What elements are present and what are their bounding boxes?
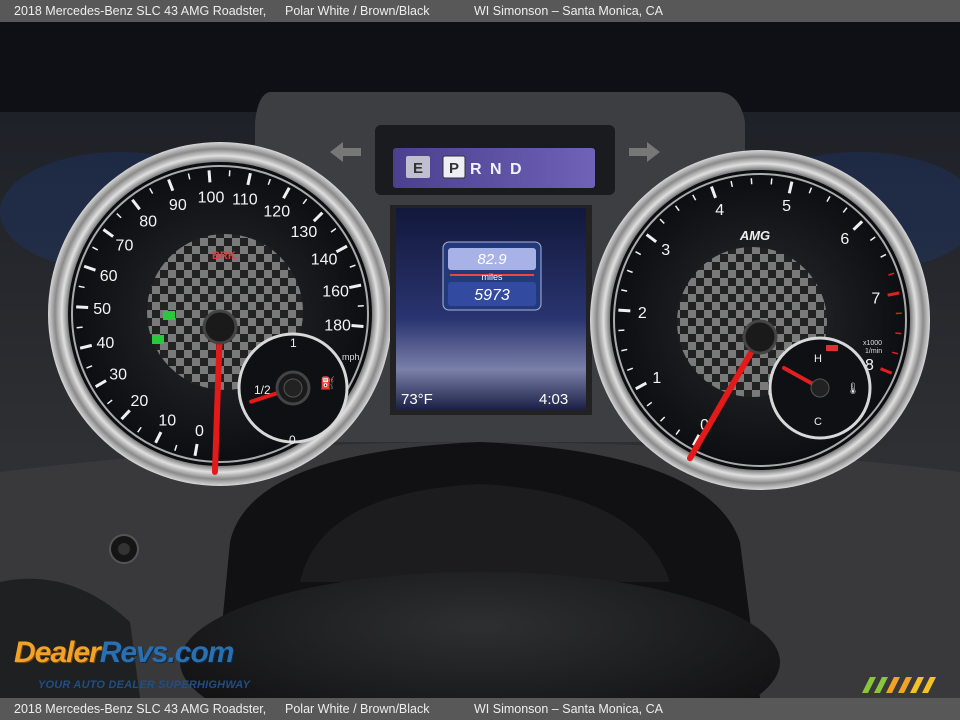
- tach-tick: [895, 332, 902, 335]
- tach-unit-bottom: 1/min: [865, 348, 882, 355]
- page: 2018 Mercedes-Benz SLC 43 AMG Roadster, …: [0, 0, 960, 720]
- speed-tick: [207, 170, 212, 183]
- amg-logo: AMG: [739, 228, 770, 243]
- tach-label: 3: [661, 242, 670, 259]
- caption-bar-top: 2018 Mercedes-Benz SLC 43 AMG Roadster, …: [0, 0, 960, 22]
- outside-temperature: 73°F: [401, 391, 433, 408]
- speed-label: 140: [311, 251, 338, 268]
- caption-bar-bottom: 2018 Mercedes-Benz SLC 43 AMG Roadster, …: [0, 698, 960, 720]
- center-display: 82.9 miles 5973 73°F 4:03: [390, 205, 592, 415]
- speed-label: 20: [130, 393, 148, 410]
- coolant-label-hot: H: [814, 353, 822, 365]
- needle-hub: [742, 319, 778, 355]
- speed-label: 160: [322, 283, 349, 300]
- speed-label: 40: [96, 335, 114, 352]
- caption-color: Polar White / Brown/Black: [285, 4, 430, 18]
- speed-label: 50: [93, 301, 111, 318]
- fuel-pump-icon: ⛽: [320, 376, 335, 390]
- speed-tick: [76, 305, 89, 310]
- caption-vehicle: 2018 Mercedes-Benz SLC 43 AMG Roadster,: [14, 4, 267, 18]
- tachometer: 01234 5678 AMG x1000 1/min H C 🌡: [590, 150, 930, 490]
- speed-tick: [351, 324, 364, 329]
- speed-label: 60: [100, 268, 118, 285]
- speed-label: 30: [109, 367, 127, 384]
- tach-label: 7: [871, 290, 880, 307]
- odometer-unit: miles: [481, 272, 503, 282]
- caption-vehicle: 2018 Mercedes-Benz SLC 43 AMG Roadster,: [14, 702, 267, 716]
- speed-label: 70: [116, 238, 134, 255]
- low-beam-indicator-icon: [163, 311, 175, 320]
- speed-label: 180: [324, 317, 351, 334]
- speed-label: 10: [158, 413, 176, 430]
- coolant-gauge: H C 🌡: [768, 336, 872, 440]
- fuel-label-empty: 0: [289, 433, 296, 447]
- dimmer-knob-icon[interactable]: [109, 534, 139, 564]
- speed-label: 130: [291, 224, 318, 241]
- brake-warning-label: BRK: [212, 250, 236, 262]
- fuel-label-full: 1: [290, 336, 297, 350]
- tach-label: 2: [638, 305, 647, 322]
- tach-tick: [618, 308, 631, 313]
- gear-other: R N D: [470, 161, 524, 178]
- speed-tick: [76, 326, 83, 329]
- clock: 4:03: [539, 391, 568, 408]
- gear-selector-display: E P R N D: [375, 125, 615, 195]
- tach-label: 1: [652, 370, 661, 387]
- speed-label: 90: [169, 197, 187, 214]
- caption-dealer: WI Simonson – Santa Monica, CA: [474, 4, 663, 18]
- trip-odometer: 82.9: [477, 251, 507, 268]
- speed-label: 0: [195, 423, 204, 440]
- coolant-label-cold: C: [814, 416, 822, 428]
- speedometer: 0102030405060708090 100 110120130140160180…: [48, 142, 392, 486]
- coolant-temp-icon: 🌡: [846, 382, 860, 395]
- parking-light-indicator-icon: [152, 335, 164, 344]
- caption-color: Polar White / Brown/Black: [285, 702, 430, 716]
- dealerrevs-logo: DealerRevs.com: [14, 636, 234, 669]
- dealerrevs-tagline: YOUR AUTO DEALER SUPERHIGHWAY: [38, 679, 251, 691]
- speed-tick: [193, 443, 199, 457]
- speed-unit: mph: [342, 352, 360, 362]
- speed-label: 100: [198, 189, 225, 206]
- tach-label: 5: [782, 198, 791, 215]
- speed-label: 120: [263, 204, 290, 221]
- needle-hub: [202, 309, 238, 345]
- caption-dealer: WI Simonson – Santa Monica, CA: [474, 702, 663, 716]
- tach-label: 4: [715, 202, 724, 219]
- dashboard-photo: 0102030405060708090 100 110120130140160180…: [0, 22, 960, 698]
- speed-label: 80: [139, 213, 157, 230]
- stripes-logo-icon: [862, 677, 936, 693]
- total-odometer: 5973: [474, 287, 510, 304]
- speed-label: 110: [232, 192, 258, 209]
- tach-unit-top: x1000: [863, 340, 882, 347]
- tach-label: 6: [840, 231, 849, 248]
- gear-selected: P: [449, 160, 459, 177]
- gear-mode: E: [413, 160, 423, 177]
